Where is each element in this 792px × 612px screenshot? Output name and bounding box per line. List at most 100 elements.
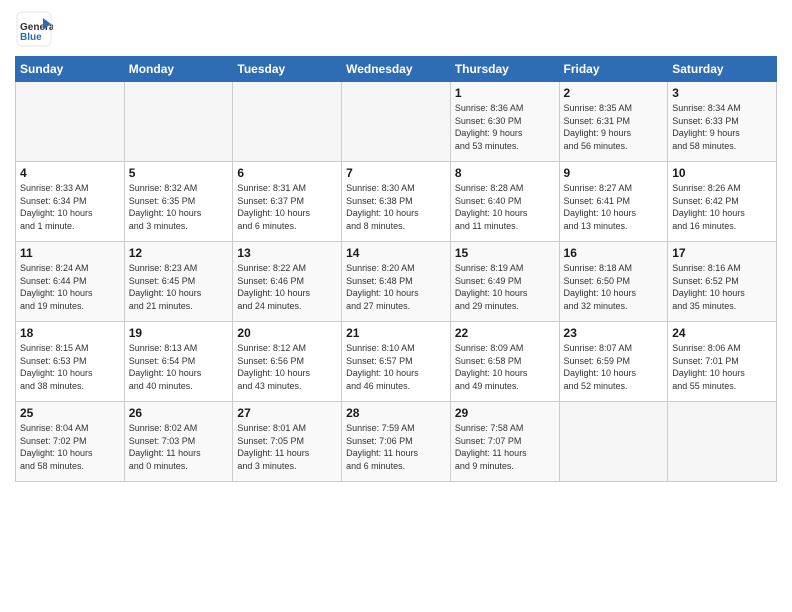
calendar-cell: 15 Sunrise: 8:19 AM Sunset: 6:49 PM Dayli… (450, 242, 559, 322)
calendar-cell: 19 Sunrise: 8:13 AM Sunset: 6:54 PM Dayli… (124, 322, 233, 402)
calendar-cell: 4 Sunrise: 8:33 AM Sunset: 6:34 PM Daylig… (16, 162, 125, 242)
day-header-thursday: Thursday (450, 57, 559, 82)
day-info: Sunrise: 8:02 AM Sunset: 7:03 PM Dayligh… (129, 422, 229, 472)
day-number: 20 (237, 326, 337, 340)
day-number: 10 (672, 166, 772, 180)
day-number: 29 (455, 406, 555, 420)
day-info: Sunrise: 8:32 AM Sunset: 6:35 PM Dayligh… (129, 182, 229, 232)
calendar-cell (668, 402, 777, 482)
day-number: 6 (237, 166, 337, 180)
day-number: 18 (20, 326, 120, 340)
week-row-2: 4 Sunrise: 8:33 AM Sunset: 6:34 PM Daylig… (16, 162, 777, 242)
day-info: Sunrise: 8:07 AM Sunset: 6:59 PM Dayligh… (564, 342, 664, 392)
day-info: Sunrise: 8:15 AM Sunset: 6:53 PM Dayligh… (20, 342, 120, 392)
logo: General Blue (15, 10, 53, 48)
day-info: Sunrise: 7:58 AM Sunset: 7:07 PM Dayligh… (455, 422, 555, 472)
day-info: Sunrise: 8:06 AM Sunset: 7:01 PM Dayligh… (672, 342, 772, 392)
day-info: Sunrise: 8:24 AM Sunset: 6:44 PM Dayligh… (20, 262, 120, 312)
calendar-cell: 5 Sunrise: 8:32 AM Sunset: 6:35 PM Daylig… (124, 162, 233, 242)
day-info: Sunrise: 8:22 AM Sunset: 6:46 PM Dayligh… (237, 262, 337, 312)
day-info: Sunrise: 8:19 AM Sunset: 6:49 PM Dayligh… (455, 262, 555, 312)
day-info: Sunrise: 8:18 AM Sunset: 6:50 PM Dayligh… (564, 262, 664, 312)
day-info: Sunrise: 8:35 AM Sunset: 6:31 PM Dayligh… (564, 102, 664, 152)
day-header-sunday: Sunday (16, 57, 125, 82)
calendar-cell (559, 402, 668, 482)
day-info: Sunrise: 8:26 AM Sunset: 6:42 PM Dayligh… (672, 182, 772, 232)
day-info: Sunrise: 8:09 AM Sunset: 6:58 PM Dayligh… (455, 342, 555, 392)
day-number: 3 (672, 86, 772, 100)
page-container: General Blue SundayMondayTuesdayWednesda… (0, 0, 792, 492)
calendar-cell: 8 Sunrise: 8:28 AM Sunset: 6:40 PM Daylig… (450, 162, 559, 242)
day-number: 25 (20, 406, 120, 420)
calendar-cell: 25Sunrise: 8:04 AM Sunset: 7:02 PM Dayli… (16, 402, 125, 482)
calendar-cell: 2Sunrise: 8:35 AM Sunset: 6:31 PM Daylig… (559, 82, 668, 162)
calendar-cell: 10 Sunrise: 8:26 AM Sunset: 6:42 PM Dayli… (668, 162, 777, 242)
day-number: 9 (564, 166, 664, 180)
week-row-3: 11 Sunrise: 8:24 AM Sunset: 6:44 PM Dayli… (16, 242, 777, 322)
calendar-cell: 20 Sunrise: 8:12 AM Sunset: 6:56 PM Dayli… (233, 322, 342, 402)
day-number: 26 (129, 406, 229, 420)
week-row-5: 25Sunrise: 8:04 AM Sunset: 7:02 PM Dayli… (16, 402, 777, 482)
day-header-monday: Monday (124, 57, 233, 82)
day-header-wednesday: Wednesday (342, 57, 451, 82)
day-number: 22 (455, 326, 555, 340)
day-number: 13 (237, 246, 337, 260)
calendar-cell: 3 Sunrise: 8:34 AM Sunset: 6:33 PM Daylig… (668, 82, 777, 162)
calendar-cell: 26 Sunrise: 8:02 AM Sunset: 7:03 PM Dayli… (124, 402, 233, 482)
calendar-cell: 9 Sunrise: 8:27 AM Sunset: 6:41 PM Daylig… (559, 162, 668, 242)
day-number: 5 (129, 166, 229, 180)
day-number: 12 (129, 246, 229, 260)
day-info: Sunrise: 8:10 AM Sunset: 6:57 PM Dayligh… (346, 342, 446, 392)
day-number: 23 (564, 326, 664, 340)
day-info: Sunrise: 8:16 AM Sunset: 6:52 PM Dayligh… (672, 262, 772, 312)
calendar-cell: 28 Sunrise: 7:59 AM Sunset: 7:06 PM Dayli… (342, 402, 451, 482)
day-info: Sunrise: 8:23 AM Sunset: 6:45 PM Dayligh… (129, 262, 229, 312)
calendar-table: SundayMondayTuesdayWednesdayThursdayFrid… (15, 56, 777, 482)
day-header-friday: Friday (559, 57, 668, 82)
calendar-cell: 29 Sunrise: 7:58 AM Sunset: 7:07 PM Dayli… (450, 402, 559, 482)
day-info: Sunrise: 8:12 AM Sunset: 6:56 PM Dayligh… (237, 342, 337, 392)
day-number: 8 (455, 166, 555, 180)
calendar-cell: 23 Sunrise: 8:07 AM Sunset: 6:59 PM Dayli… (559, 322, 668, 402)
calendar-cell: 12 Sunrise: 8:23 AM Sunset: 6:45 PM Dayli… (124, 242, 233, 322)
day-number: 14 (346, 246, 446, 260)
day-info: Sunrise: 8:36 AM Sunset: 6:30 PM Dayligh… (455, 102, 555, 152)
calendar-cell (16, 82, 125, 162)
day-number: 15 (455, 246, 555, 260)
day-info: Sunrise: 8:33 AM Sunset: 6:34 PM Dayligh… (20, 182, 120, 232)
day-number: 19 (129, 326, 229, 340)
calendar-cell: 21 Sunrise: 8:10 AM Sunset: 6:57 PM Dayli… (342, 322, 451, 402)
header: General Blue (15, 10, 777, 48)
calendar-cell: 17 Sunrise: 8:16 AM Sunset: 6:52 PM Dayli… (668, 242, 777, 322)
day-info: Sunrise: 8:34 AM Sunset: 6:33 PM Dayligh… (672, 102, 772, 152)
day-number: 7 (346, 166, 446, 180)
day-number: 28 (346, 406, 446, 420)
calendar-cell: 1Sunrise: 8:36 AM Sunset: 6:30 PM Daylig… (450, 82, 559, 162)
calendar-cell: 24Sunrise: 8:06 AM Sunset: 7:01 PM Dayli… (668, 322, 777, 402)
day-number: 17 (672, 246, 772, 260)
calendar-cell: 18 Sunrise: 8:15 AM Sunset: 6:53 PM Dayli… (16, 322, 125, 402)
day-number: 11 (20, 246, 120, 260)
day-info: Sunrise: 8:31 AM Sunset: 6:37 PM Dayligh… (237, 182, 337, 232)
logo-icon: General Blue (15, 10, 53, 48)
week-row-4: 18 Sunrise: 8:15 AM Sunset: 6:53 PM Dayli… (16, 322, 777, 402)
calendar-cell (124, 82, 233, 162)
day-info: Sunrise: 8:20 AM Sunset: 6:48 PM Dayligh… (346, 262, 446, 312)
calendar-cell: 27Sunrise: 8:01 AM Sunset: 7:05 PM Dayli… (233, 402, 342, 482)
day-info: Sunrise: 8:01 AM Sunset: 7:05 PM Dayligh… (237, 422, 337, 472)
day-info: Sunrise: 8:28 AM Sunset: 6:40 PM Dayligh… (455, 182, 555, 232)
day-info: Sunrise: 8:27 AM Sunset: 6:41 PM Dayligh… (564, 182, 664, 232)
day-info: Sunrise: 8:30 AM Sunset: 6:38 PM Dayligh… (346, 182, 446, 232)
calendar-cell: 16Sunrise: 8:18 AM Sunset: 6:50 PM Dayli… (559, 242, 668, 322)
svg-text:Blue: Blue (20, 32, 42, 43)
calendar-cell: 13 Sunrise: 8:22 AM Sunset: 6:46 PM Dayli… (233, 242, 342, 322)
calendar-cell: 11 Sunrise: 8:24 AM Sunset: 6:44 PM Dayli… (16, 242, 125, 322)
day-header-tuesday: Tuesday (233, 57, 342, 82)
day-number: 21 (346, 326, 446, 340)
calendar-cell: 22 Sunrise: 8:09 AM Sunset: 6:58 PM Dayli… (450, 322, 559, 402)
calendar-cell: 14 Sunrise: 8:20 AM Sunset: 6:48 PM Dayli… (342, 242, 451, 322)
day-info: Sunrise: 7:59 AM Sunset: 7:06 PM Dayligh… (346, 422, 446, 472)
calendar-cell (342, 82, 451, 162)
day-info: Sunrise: 8:13 AM Sunset: 6:54 PM Dayligh… (129, 342, 229, 392)
day-number: 4 (20, 166, 120, 180)
